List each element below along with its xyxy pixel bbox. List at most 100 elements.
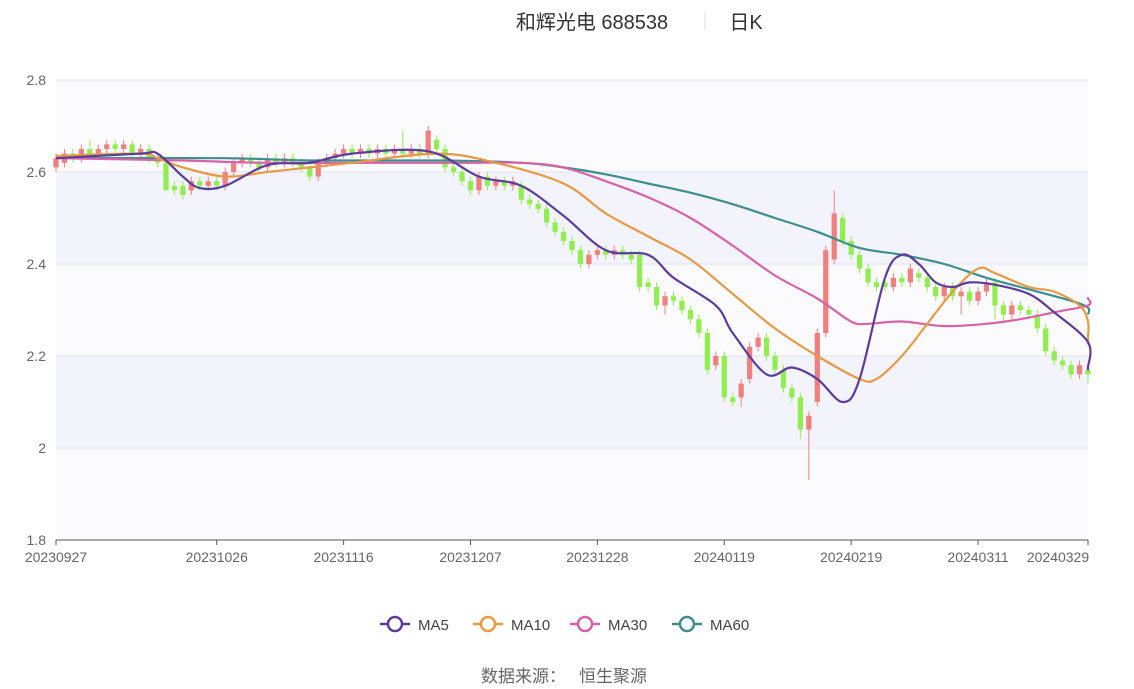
candle-body (856, 254, 863, 269)
legend-label-ma60: MA60 (710, 617, 749, 634)
y-tick-label: 2.2 (27, 348, 47, 364)
candle-body (713, 356, 719, 366)
y-tick-label: 2.6 (27, 164, 47, 180)
legend-label-ma10: MA10 (511, 617, 550, 634)
candle-body (933, 287, 939, 297)
candle-body (552, 222, 558, 232)
candle-body (679, 300, 685, 310)
candle-body (53, 158, 59, 168)
candle-body (1026, 310, 1032, 315)
candle-body (180, 185, 186, 195)
legend-marker-ma60 (678, 615, 696, 633)
y-tick-label: 2 (38, 440, 46, 456)
candle-body (527, 199, 533, 205)
candle-body (637, 254, 643, 287)
candle-body (645, 282, 651, 287)
candle-body (1000, 305, 1007, 315)
candle-body (163, 162, 169, 191)
x-tick-label: 20230927 (25, 549, 88, 565)
candle-body (214, 181, 220, 186)
candle-body (87, 149, 93, 154)
candle-body (924, 277, 930, 287)
candle-body (95, 149, 101, 154)
candle-body (1009, 305, 1015, 315)
candle-body (197, 181, 203, 186)
source-value: 恒生聚源 (579, 667, 647, 686)
candle-body (730, 397, 736, 402)
candle-body (231, 162, 237, 172)
candle-body (340, 149, 347, 154)
candle-body (823, 250, 829, 333)
candle-body (966, 291, 973, 301)
candle-body (171, 185, 178, 191)
candle-body (696, 319, 702, 333)
candle-body (577, 250, 584, 264)
candle-body (763, 337, 770, 356)
candle-body (560, 231, 567, 241)
candle-body (129, 144, 135, 154)
candle-body (662, 296, 668, 306)
candle-body (459, 172, 465, 182)
candle-body (941, 287, 947, 297)
x-tick-label: 20231116 (313, 549, 373, 565)
candle-body (121, 144, 127, 149)
candle-body (586, 254, 592, 264)
x-tick-label: 20231228 (566, 549, 629, 565)
candle-body (865, 268, 871, 283)
candle-body (806, 415, 812, 430)
candle-body (890, 277, 897, 287)
candle-body (628, 254, 634, 260)
y-tick-label: 2.8 (27, 72, 47, 88)
candle-body (222, 172, 228, 186)
candle-body (873, 282, 880, 287)
y-tick-label: 2.4 (27, 256, 47, 272)
period-label: 日K (729, 12, 763, 34)
legend-marker-ma5 (386, 615, 404, 633)
x-tick-label: 20231026 (186, 549, 249, 565)
candle-body (1060, 360, 1066, 366)
candle-body (704, 333, 710, 370)
candle-body (831, 213, 837, 260)
candle-body (755, 337, 761, 347)
grid-band (56, 356, 1088, 448)
legend-label-ma30: MA30 (608, 617, 647, 634)
candle-body (467, 181, 474, 191)
chart-title: 和辉光电 688538 (516, 11, 668, 34)
candle-body (544, 208, 550, 223)
candle-body (899, 277, 905, 283)
x-tick-label: 20240329 (1027, 549, 1090, 565)
x-axis: 20230927 20231026 20231116 20231207 20231228… (25, 539, 1090, 565)
legend[interactable]: MA5 MA10 MA30 MA60 (380, 615, 749, 634)
candle-body (797, 397, 804, 430)
candle-body (670, 296, 677, 301)
candle-body (840, 218, 846, 241)
candle-body (687, 310, 694, 320)
candle-body (814, 333, 820, 402)
x-tick-label: 20240311 (947, 549, 1008, 565)
source-label: 数据来源： (481, 667, 566, 686)
y-tick-label: 1.8 (27, 532, 47, 548)
legend-marker-ma10 (479, 615, 497, 633)
x-tick-label: 20231207 (439, 549, 502, 565)
candle-body (450, 167, 457, 172)
candle-body (1051, 351, 1057, 361)
candle-body (594, 250, 600, 255)
candle-body (848, 241, 854, 255)
legend-marker-ma30 (576, 615, 594, 633)
candle-body (721, 356, 727, 398)
candle-body (907, 268, 913, 283)
grid-band (56, 448, 1088, 540)
candle-body (653, 287, 660, 306)
grid-band (56, 264, 1088, 356)
candle-body (205, 181, 211, 186)
candle-body (493, 181, 499, 186)
candle-body (738, 383, 744, 398)
grid-bands (56, 80, 1088, 540)
candle-body (1076, 365, 1083, 375)
x-tick-label: 20240219 (820, 549, 883, 565)
x-tick-label: 20240119 (694, 549, 755, 565)
candle-body (789, 388, 795, 398)
candle-body (569, 241, 575, 251)
candle-body (916, 273, 922, 278)
candle-body (1043, 328, 1049, 352)
